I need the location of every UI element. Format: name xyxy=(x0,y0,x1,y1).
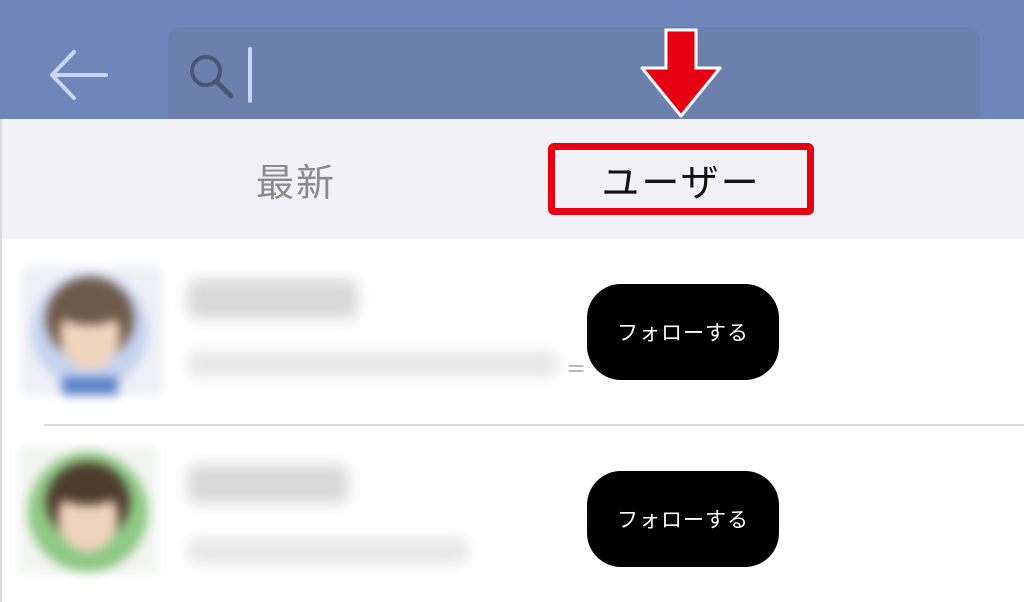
down-arrow-icon xyxy=(640,28,722,118)
list-item[interactable]: フォローする xyxy=(0,426,1024,602)
follow-button[interactable]: フォローする xyxy=(587,471,779,567)
arrow-left-icon xyxy=(50,50,108,100)
user-description-blurred xyxy=(188,538,468,564)
search-header xyxy=(0,0,1024,119)
text-cursor xyxy=(248,47,252,103)
follow-button[interactable]: フォローする xyxy=(587,284,779,380)
user-name-blurred[interactable] xyxy=(188,464,348,504)
tab-users[interactable]: ユーザー xyxy=(548,143,814,215)
avatar-image xyxy=(18,446,158,574)
row-marker: = xyxy=(566,354,587,382)
search-input[interactable] xyxy=(258,47,958,103)
search-icon xyxy=(190,55,234,99)
tab-latest[interactable]: 最新 xyxy=(196,143,396,215)
user-name-blurred[interactable] xyxy=(188,279,358,319)
avatar[interactable] xyxy=(22,267,162,395)
user-description-blurred xyxy=(188,351,558,377)
tab-bar: 最新 ユーザー xyxy=(0,119,1024,239)
back-button[interactable] xyxy=(44,46,110,104)
avatar[interactable] xyxy=(18,446,158,574)
search-box[interactable] xyxy=(168,27,980,119)
avatar-image xyxy=(22,267,162,395)
list-item[interactable]: = フォローする xyxy=(0,239,1024,425)
